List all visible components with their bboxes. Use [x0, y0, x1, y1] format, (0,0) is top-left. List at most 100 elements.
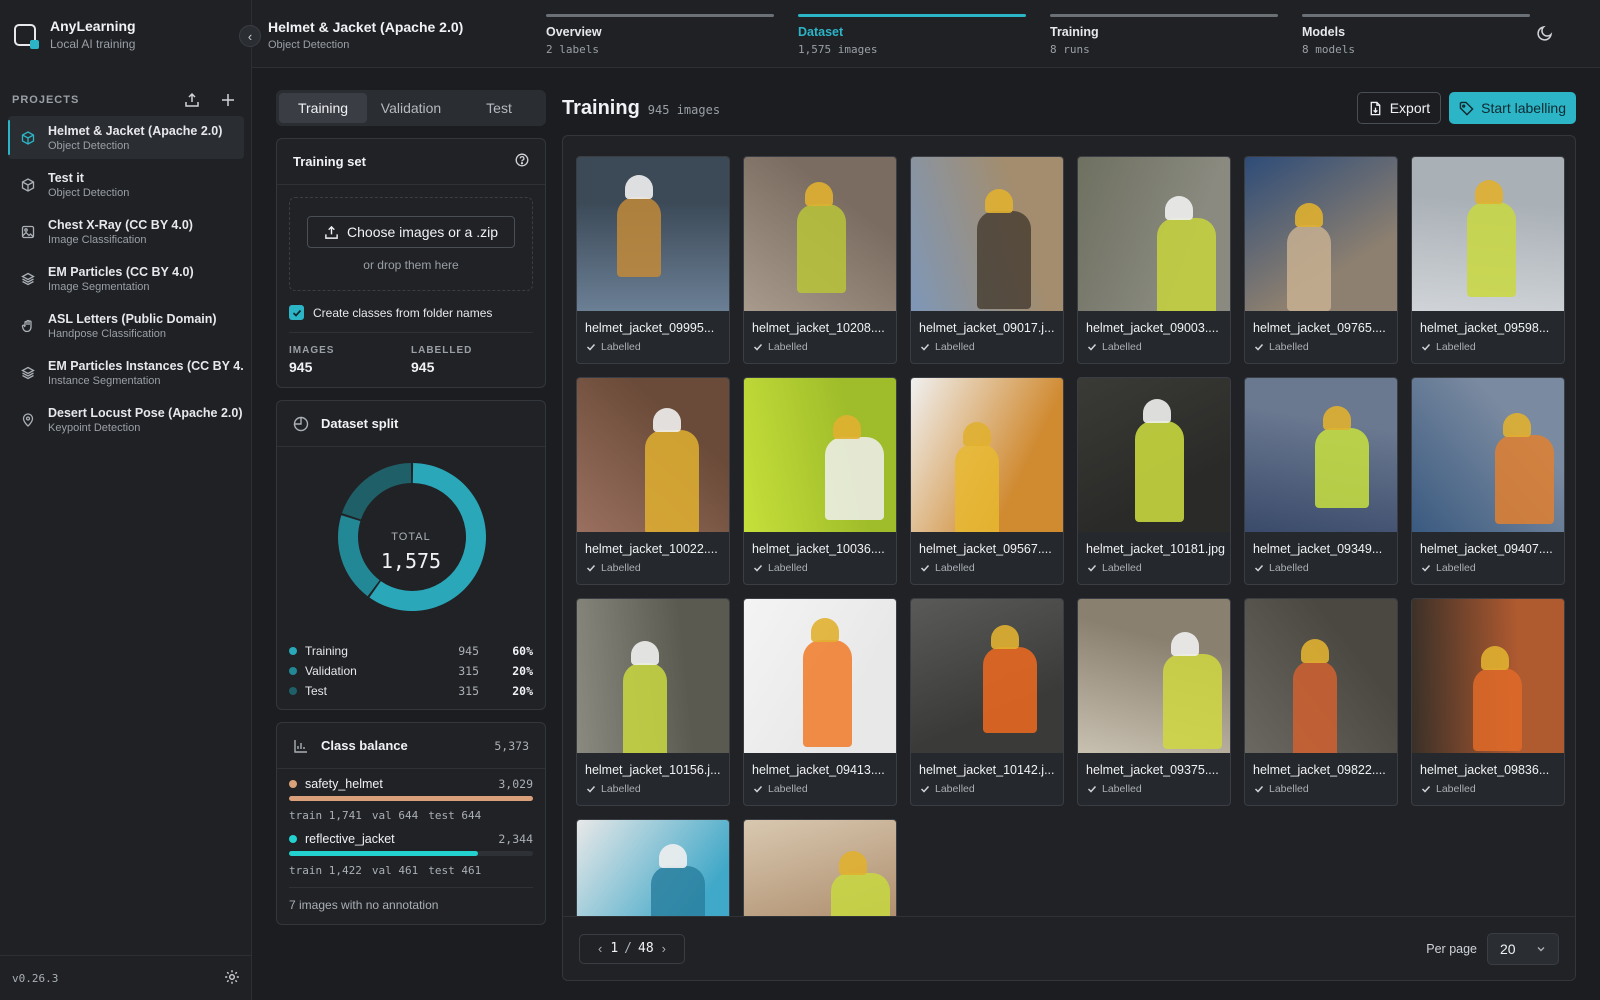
thumbnail-subject — [825, 437, 884, 520]
project-type-label: Object Detection — [48, 139, 130, 152]
label-status-text: Labelled — [768, 341, 808, 353]
file-export-icon — [1370, 101, 1381, 115]
per-page: Per page 20 — [1426, 932, 1559, 965]
image-tile[interactable]: helmet_jacket_09349... Labelled — [1244, 377, 1398, 585]
thumbnail-subject — [803, 640, 852, 747]
legend-count: 315 — [458, 684, 479, 698]
collapse-sidebar-button[interactable]: ‹ — [239, 25, 261, 47]
labelled-stat-label: LABELLED — [411, 345, 473, 356]
label-status-text: Labelled — [1102, 341, 1142, 353]
folder-classes-checkbox[interactable]: Create classes from folder names — [289, 305, 533, 320]
label-status-text: Labelled — [935, 341, 975, 353]
labelled-stat: LABELLED 945 — [411, 345, 533, 375]
sidebar-project-item[interactable]: Helmet & Jacket (Apache 2.0) Object Detec… — [8, 116, 244, 159]
dataset-split-card: Dataset split TOTAL 1,575 Training 945 60%… — [276, 400, 546, 710]
image-tile[interactable]: helmet_jacket_09995... Labelled — [576, 156, 730, 364]
image-tile[interactable]: helmet_jacket_10181.jpg Labelled — [1077, 377, 1231, 585]
check-icon — [753, 564, 763, 572]
class-balance-header: Class balance 5,373 — [277, 723, 545, 769]
pagination-bar: ‹ 1 / 48 › Per page 20 — [563, 916, 1575, 980]
thumbnail-subject — [1495, 435, 1554, 524]
cube-icon — [20, 130, 36, 146]
image-tile[interactable]: helmet_jacket_09413.... Labelled — [743, 598, 897, 806]
image-tile[interactable]: helmet_jacket_09407.... Labelled — [1411, 377, 1565, 585]
sidebar-project-item[interactable]: EM Particles Instances (CC BY 4.0) Instan… — [8, 351, 244, 394]
step-training[interactable]: Training 8 runs — [1050, 14, 1278, 56]
image-tile[interactable]: helmet_jacket_10022.... Labelled — [576, 377, 730, 585]
class-name: safety_helmet — [305, 777, 383, 791]
sidebar-project-item[interactable]: ASL Letters (Public Domain) Handpose Clas… — [8, 304, 244, 347]
image-thumbnail — [911, 599, 1063, 753]
legend-name: Validation — [305, 664, 357, 678]
thumbnail-head — [1475, 180, 1503, 204]
image-tile[interactable]: helmet_jacket_09822.... Labelled — [1244, 598, 1398, 806]
thumbnail-subject — [797, 204, 846, 293]
tab-training[interactable]: Training — [279, 93, 367, 123]
upload-icon[interactable] — [180, 89, 204, 111]
labelled-stat-value: 945 — [411, 359, 435, 375]
step-models[interactable]: Models 8 models — [1302, 14, 1530, 56]
class-balance-title: Class balance — [321, 738, 408, 753]
image-tile[interactable]: helmet_jacket_09003.... Labelled — [1077, 156, 1231, 364]
sidebar-project-item[interactable]: Test it Object Detection — [8, 163, 244, 206]
class-train-count: train 1,741 — [289, 809, 362, 822]
image-tile[interactable]: helmet_jacket_09836... Labelled — [1411, 598, 1565, 806]
class-dot — [289, 780, 297, 788]
choose-images-button[interactable]: Choose images or a .zip — [307, 216, 515, 248]
prev-page-icon[interactable]: ‹ — [598, 941, 602, 956]
project-name: EM Particles (CC BY 4.0) — [48, 264, 194, 279]
theme-toggle-icon[interactable] — [1536, 24, 1554, 45]
image-tile[interactable]: helmet_jacket_10036.... Labelled — [743, 377, 897, 585]
tab-validation[interactable]: Validation — [367, 93, 455, 123]
project-text: Helmet & Jacket (Apache 2.0) Object Detec… — [48, 123, 244, 153]
main-image-count: 945 images — [647, 103, 721, 117]
per-page-select[interactable]: 20 — [1487, 932, 1559, 965]
image-tile[interactable]: helmet_jacket_09567.... Labelled — [910, 377, 1064, 585]
thumbnail-head — [659, 844, 687, 868]
help-icon[interactable] — [515, 153, 529, 170]
current-page: 1 — [610, 941, 619, 956]
image-tile[interactable]: helmet_jacket_09017.j... Labelled — [910, 156, 1064, 364]
per-page-value: 20 — [1500, 940, 1516, 957]
pie-chart-icon — [293, 415, 311, 433]
step-dataset[interactable]: Dataset 1,575 images — [798, 14, 1026, 56]
sidebar-project-item[interactable]: EM Particles (CC BY 4.0) Image Segmentati… — [8, 257, 244, 300]
thumbnail-head — [1143, 399, 1171, 423]
image-thumbnail — [911, 378, 1063, 532]
image-thumbnail — [911, 157, 1063, 311]
check-icon — [1254, 343, 1264, 351]
image-tile[interactable]: helmet_jacket_09598... Labelled — [1411, 156, 1565, 364]
step-overview[interactable]: Overview 2 labels — [546, 14, 774, 56]
label-status-text: Labelled — [1436, 783, 1476, 795]
sidebar-project-item[interactable]: Chest X-Ray (CC BY 4.0) Image Classificat… — [8, 210, 244, 253]
next-page-icon[interactable]: › — [662, 941, 666, 956]
image-thumbnail — [1245, 157, 1397, 311]
image-filename: helmet_jacket_09995... — [585, 321, 715, 335]
image-filename: helmet_jacket_09765.... — [1253, 321, 1386, 335]
image-tile[interactable]: helmet_jacket_09765.... Labelled — [1244, 156, 1398, 364]
image-label-status: Labelled — [577, 777, 729, 795]
legend-percent: 60% — [512, 644, 533, 658]
class-balance-total: 5,373 — [494, 738, 529, 753]
image-tile[interactable]: helmet_jacket_10142.j... Labelled — [910, 598, 1064, 806]
thumbnail-subject — [617, 197, 661, 277]
image-tile[interactable]: helmet_jacket_09375.... Labelled — [1077, 598, 1231, 806]
settings-gear-icon[interactable] — [224, 969, 240, 988]
training-set-card: Training set Choose images or a .zip or … — [276, 138, 546, 388]
export-button[interactable]: Export — [1356, 92, 1442, 124]
class-val-count: val 461 — [371, 864, 419, 877]
donut-slice-test — [341, 463, 412, 520]
image-tile[interactable]: helmet_jacket_10156.j... Labelled — [576, 598, 730, 806]
label-status-text: Labelled — [601, 562, 641, 574]
sidebar-project-item[interactable]: Desert Locust Pose (Apache 2.0) Keypoint … — [8, 398, 244, 441]
export-label: Export — [1389, 100, 1431, 116]
dropzone[interactable]: Choose images or a .zip or drop them her… — [289, 197, 533, 291]
add-project-icon[interactable] — [216, 89, 240, 111]
check-icon — [586, 343, 596, 351]
image-label-status: Labelled — [1412, 556, 1564, 574]
start-labelling-button[interactable]: Start labelling — [1449, 92, 1576, 124]
class-row: safety_helmet 3,029 train 1,741 val 644 test… — [289, 777, 533, 822]
tab-test[interactable]: Test — [455, 93, 543, 123]
image-tile[interactable]: helmet_jacket_10208.... Labelled — [743, 156, 897, 364]
project-name: Chest X-Ray (CC BY 4.0) — [48, 217, 193, 232]
